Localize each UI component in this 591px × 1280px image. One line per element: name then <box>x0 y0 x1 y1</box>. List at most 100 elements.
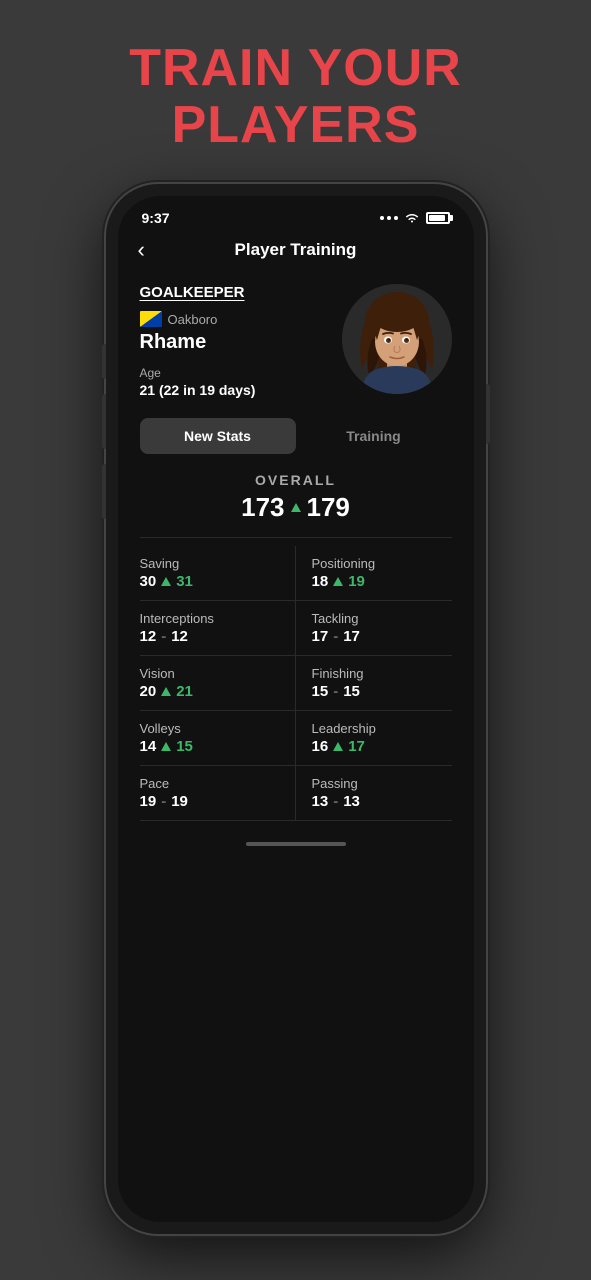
stat-item: Pace 19 - 19 <box>140 766 296 821</box>
stat-arrow <box>333 577 343 586</box>
stat-arrow <box>161 577 171 586</box>
stat-name: Volleys <box>140 721 279 736</box>
stat-values: 17 - 17 <box>312 628 444 645</box>
volume-up-button[interactable] <box>102 344 106 379</box>
signal-icon <box>380 216 398 220</box>
stat-new: 31 <box>176 573 193 590</box>
wifi-icon <box>404 212 420 224</box>
stat-dash: - <box>333 793 338 810</box>
player-section: GOALKEEPER Oakboro Rhame Age 21 (22 in 1… <box>118 270 474 408</box>
player-info: GOALKEEPER Oakboro Rhame Age 21 (22 in 1… <box>140 284 342 398</box>
tab-section: New Stats Training <box>118 408 474 460</box>
age-label: Age <box>140 366 342 380</box>
training-tab[interactable]: Training <box>296 418 452 454</box>
stat-item: Passing 13 - 13 <box>296 766 452 821</box>
position-label: GOALKEEPER <box>140 284 342 301</box>
stat-new: 13 <box>343 793 360 810</box>
stat-name: Vision <box>140 666 279 681</box>
player-avatar <box>342 284 452 394</box>
stat-new: 21 <box>176 683 193 700</box>
stat-old: 20 <box>140 683 157 700</box>
phone-screen: 9:37 ‹ Player Training <box>118 196 474 1222</box>
stat-dash: - <box>333 683 338 700</box>
stat-new: 15 <box>176 738 193 755</box>
overall-divider <box>140 537 452 538</box>
stat-values: 14 15 <box>140 738 279 755</box>
stat-values: 13 - 13 <box>312 793 444 810</box>
overall-old: 173 <box>241 492 284 523</box>
stat-new: 19 <box>348 573 365 590</box>
status-icons <box>380 212 450 224</box>
stat-item: Finishing 15 - 15 <box>296 656 452 711</box>
status-bar: 9:37 <box>118 196 474 234</box>
home-bar <box>246 842 346 846</box>
stat-name: Passing <box>312 776 444 791</box>
stat-new: 19 <box>171 793 188 810</box>
stat-values: 2021 <box>140 683 279 700</box>
stat-new: 17 <box>343 628 360 645</box>
stat-old: 15 <box>312 683 329 700</box>
stat-values: 1819 <box>312 573 444 590</box>
headline: TRAIN YOUR PLAYERS <box>109 0 482 184</box>
stat-name: Leadership <box>312 721 444 736</box>
team-name: Oakboro <box>168 312 218 327</box>
stat-old: 12 <box>140 628 157 645</box>
country-flag <box>140 311 162 327</box>
stat-item: Leadership1617 <box>296 711 452 766</box>
back-button[interactable]: ‹ <box>138 237 145 263</box>
overall-label: OVERALL <box>140 472 452 488</box>
overall-section: OVERALL 173 179 <box>118 460 474 529</box>
mute-button[interactable] <box>102 464 106 519</box>
phone-wrapper: 9:37 ‹ Player Training <box>106 184 486 1234</box>
navigation-bar: ‹ Player Training <box>118 234 474 270</box>
stat-item: Positioning1819 <box>296 546 452 601</box>
stat-arrow <box>333 742 343 751</box>
stat-dash: - <box>333 628 338 645</box>
stat-new: 17 <box>348 738 365 755</box>
stat-old: 30 <box>140 573 157 590</box>
overall-values: 173 179 <box>140 492 452 523</box>
stat-item: Saving 30 31 <box>140 546 296 601</box>
headline-line1: TRAIN YOUR <box>129 40 462 97</box>
overall-new: 179 <box>307 492 350 523</box>
player-name: Rhame <box>140 331 342 354</box>
stat-name: Positioning <box>312 556 444 571</box>
stat-arrow <box>161 687 171 696</box>
age-value: 21 (22 in 19 days) <box>140 382 342 398</box>
stat-item: Interceptions 12 - 12 <box>140 601 296 656</box>
stat-old: 16 <box>312 738 329 755</box>
stat-values: 12 - 12 <box>140 628 279 645</box>
stat-dash: - <box>161 628 166 645</box>
stat-name: Pace <box>140 776 279 791</box>
stat-old: 19 <box>140 793 157 810</box>
stat-item: Tackling 17 - 17 <box>296 601 452 656</box>
stat-item: Volleys 14 15 <box>140 711 296 766</box>
stat-values: 19 - 19 <box>140 793 279 810</box>
stat-old: 18 <box>312 573 329 590</box>
stat-new: 15 <box>343 683 360 700</box>
volume-down-button[interactable] <box>102 394 106 449</box>
stat-name: Tackling <box>312 611 444 626</box>
page-title: Player Training <box>235 240 357 260</box>
stat-values: 30 31 <box>140 573 279 590</box>
home-indicator <box>118 821 474 859</box>
stat-values: 15 - 15 <box>312 683 444 700</box>
stat-dash: - <box>161 793 166 810</box>
stat-name: Interceptions <box>140 611 279 626</box>
new-stats-tab[interactable]: New Stats <box>140 418 296 454</box>
headline-line2: PLAYERS <box>129 97 462 154</box>
stat-values: 1617 <box>312 738 444 755</box>
team-row: Oakboro <box>140 311 342 327</box>
stat-arrow <box>161 742 171 751</box>
stats-grid: Saving3031Positioning1819Interceptions12… <box>118 546 474 821</box>
stat-name: Finishing <box>312 666 444 681</box>
overall-arrow-up <box>291 503 301 512</box>
battery-icon <box>426 212 450 224</box>
stat-old: 13 <box>312 793 329 810</box>
stat-old: 14 <box>140 738 157 755</box>
stat-old: 17 <box>312 628 329 645</box>
stat-name: Saving <box>140 556 279 571</box>
stat-new: 12 <box>171 628 188 645</box>
stat-item: Vision2021 <box>140 656 296 711</box>
status-time: 9:37 <box>142 210 170 226</box>
